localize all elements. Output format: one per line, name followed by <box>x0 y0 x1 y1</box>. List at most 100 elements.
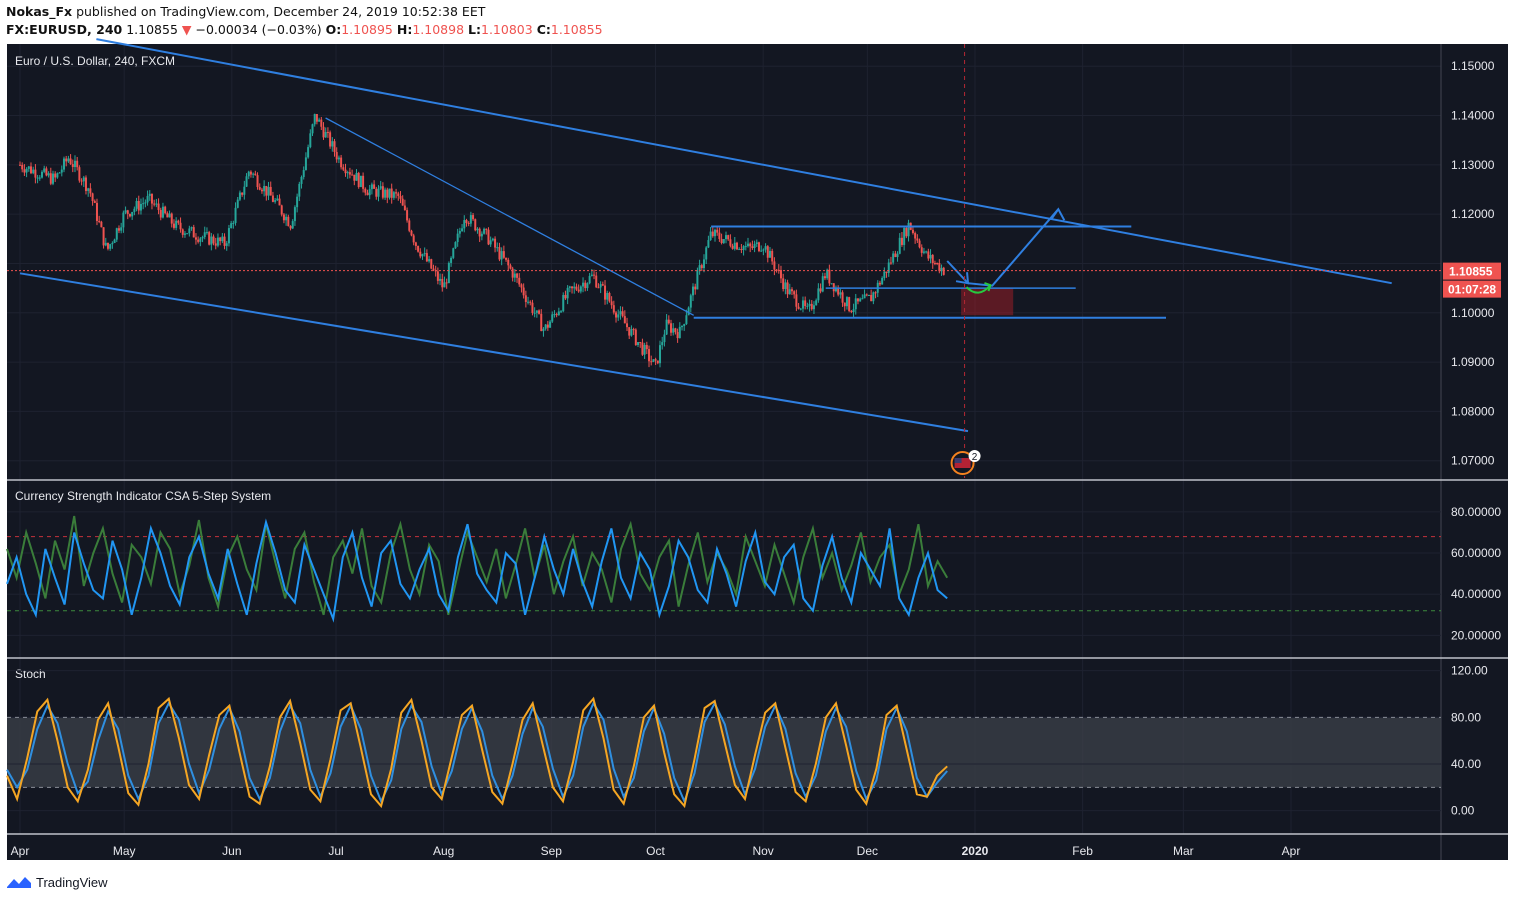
candle-body <box>258 187 261 190</box>
candle-body <box>304 157 307 171</box>
stoch-tick-label: 40.00 <box>1451 757 1481 771</box>
candle-body <box>720 238 723 244</box>
candle-body <box>379 186 382 189</box>
candle-body <box>665 319 668 335</box>
candle-body <box>729 239 732 246</box>
candle-body <box>205 232 208 234</box>
candle-body <box>815 300 818 306</box>
candle-body <box>579 286 582 292</box>
candle-body <box>377 188 380 197</box>
candle-body <box>137 201 140 211</box>
candle-body <box>768 250 771 258</box>
candle-body <box>91 193 94 202</box>
candle-body <box>621 311 624 317</box>
candle-body <box>916 238 919 241</box>
candle-body <box>355 172 358 181</box>
candle-body <box>883 271 886 279</box>
candle-body <box>362 175 365 189</box>
tradingview-brand[interactable]: TradingView <box>36 875 108 890</box>
candle-body <box>839 292 842 295</box>
chart-canvas[interactable]: Apr May Jun Jul Aug Sep Oct Nov Dec 2020 Feb Mar Apr… <box>0 0 1515 899</box>
candle-body <box>628 327 631 336</box>
candle-body <box>388 188 391 198</box>
candle-body <box>544 324 547 329</box>
candle-body <box>685 315 688 325</box>
candle-body <box>399 195 402 199</box>
candle-body <box>342 167 345 170</box>
candle-body <box>249 171 252 175</box>
candle-body <box>529 301 532 303</box>
candle-body <box>425 253 428 262</box>
candle-body <box>353 174 356 181</box>
candle-body <box>467 223 470 225</box>
candle-body <box>476 228 479 231</box>
candle-body <box>225 243 228 246</box>
candle-body <box>247 171 250 177</box>
candle-body <box>76 160 79 168</box>
candle-body <box>630 329 633 336</box>
candle-body <box>214 243 217 246</box>
candle-body <box>230 223 233 229</box>
candle-body <box>397 193 400 196</box>
candle-body <box>810 303 813 310</box>
candle-body <box>540 313 543 332</box>
candle-body <box>742 246 745 250</box>
target-zone[interactable] <box>961 288 1014 316</box>
candle-body <box>161 206 164 218</box>
csi-tick-label: 40.00000 <box>1451 587 1501 601</box>
candle-body <box>190 227 193 229</box>
event-count: 2 <box>972 452 978 463</box>
candle-body <box>291 221 294 229</box>
candle-body <box>601 284 604 286</box>
candle-body <box>265 185 268 196</box>
candle-body <box>243 186 246 195</box>
candle-body <box>716 229 719 233</box>
month-label: Apr <box>11 844 30 858</box>
candle-body <box>672 328 675 333</box>
candle-body <box>593 274 596 276</box>
candle-body <box>463 220 466 229</box>
candle-body <box>485 228 488 230</box>
candle-body <box>234 207 237 223</box>
candle-body <box>531 302 534 313</box>
candle-body <box>346 172 349 174</box>
price-tick-label: 1.08000 <box>1451 404 1495 418</box>
candle-body <box>577 289 580 292</box>
candle-body <box>351 174 354 176</box>
candle-body <box>711 231 714 237</box>
candle-body <box>936 263 939 265</box>
candle-body <box>93 201 96 203</box>
candle-body <box>36 177 39 179</box>
candle-body <box>639 342 642 344</box>
candle-body <box>659 345 662 364</box>
candle-body <box>421 254 424 257</box>
candle-body <box>197 239 200 242</box>
candle-body <box>465 220 468 224</box>
tradingview-logo-icon[interactable] <box>6 875 32 889</box>
candle-body <box>828 269 831 284</box>
candle-body <box>47 173 50 176</box>
price-tick-label: 1.14000 <box>1451 109 1495 123</box>
candle-body <box>419 251 422 257</box>
candle-body <box>282 214 285 221</box>
candle-body <box>812 305 815 310</box>
candle-body <box>43 168 46 172</box>
candle-body <box>260 189 263 192</box>
candle-body <box>626 323 629 328</box>
candle-body <box>564 294 567 299</box>
candle-body <box>905 227 908 237</box>
candle-body <box>527 301 530 303</box>
candle-body <box>617 314 620 318</box>
candle-body <box>753 244 756 248</box>
candle-body <box>60 169 63 173</box>
candle-body <box>634 329 637 346</box>
candle-body <box>329 132 332 147</box>
candle-body <box>428 259 431 262</box>
candle-body <box>357 172 360 188</box>
candle-body <box>212 236 215 244</box>
candle-body <box>276 198 279 201</box>
candle-body <box>120 227 123 231</box>
candle-body <box>683 324 686 327</box>
candle-body <box>894 253 897 258</box>
candle-body <box>678 326 681 339</box>
